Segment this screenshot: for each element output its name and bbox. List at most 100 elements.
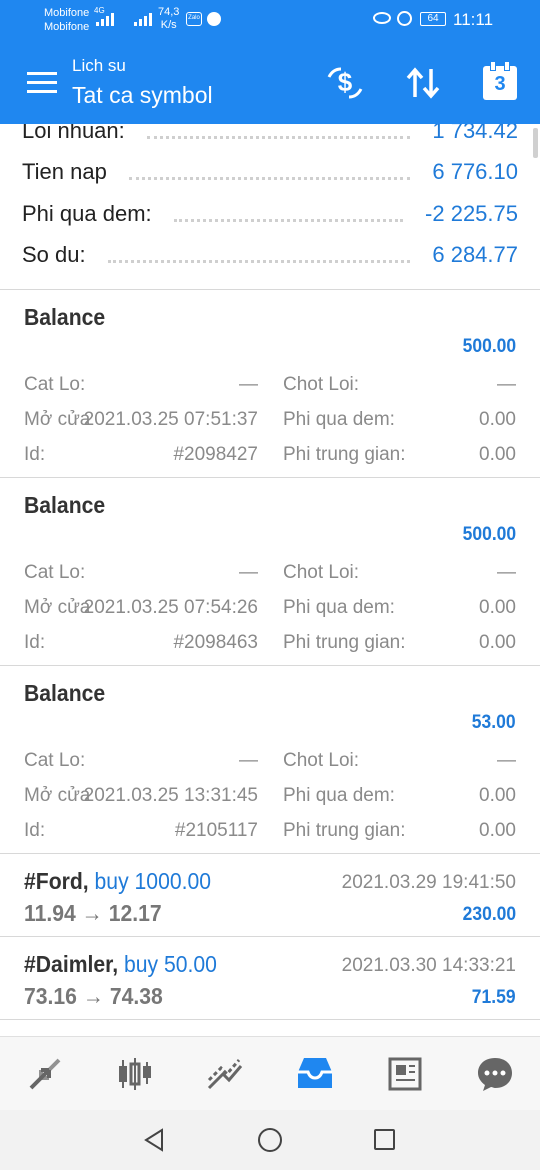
trade-profit: 71.59: [472, 987, 516, 1008]
dollar-exchange-icon[interactable]: $: [322, 60, 368, 106]
summary-value: -2 225.75: [425, 201, 518, 226]
card-amount: 500.00: [462, 336, 516, 357]
close-price: 74.38: [109, 983, 163, 1009]
card-title: Balance: [24, 492, 106, 518]
speed-value: 74,3: [158, 6, 180, 18]
dotted-leader: [173, 218, 404, 222]
trade-prices: 11.94 → 12.17: [24, 900, 162, 927]
open-time-label: Mở cửa: [24, 597, 91, 618]
take-profit-label: Chot Loi:: [283, 562, 360, 583]
trade-prices: 73.16 → 74.38: [24, 983, 163, 1010]
network-speed: 74,3 K/s: [158, 6, 179, 32]
summary-value: 6 284.77: [432, 242, 518, 267]
news-icon[interactable]: [377, 1046, 433, 1102]
history-list[interactable]: Loi nhuan: 1 734.42 Tien nap 6 776.10 Ph…: [0, 124, 540, 1036]
commission-label: Phi trung gian:: [283, 632, 406, 653]
messenger-icon: [207, 12, 221, 26]
summary-label: So du:: [22, 242, 86, 267]
open-price: 73.16: [24, 983, 77, 1009]
trade-profit: 230.00: [462, 904, 516, 925]
carrier-2: Mobifone: [44, 21, 90, 33]
commission-label: Phi trung gian:: [283, 820, 406, 841]
id-label: Id:: [24, 820, 46, 841]
commission-label: Phi trung gian:: [283, 444, 406, 465]
speed-unit: K/s: [160, 19, 177, 31]
take-profit-label: Chot Loi:: [283, 750, 360, 771]
summary-row-profit: Loi nhuan: 1 734.42: [22, 124, 518, 146]
swap-label: Phi qua dem:: [283, 597, 395, 618]
signal-icon: [134, 10, 152, 26]
card-title: Balance: [24, 680, 106, 706]
swap-label: Phi qua dem:: [283, 409, 395, 430]
take-profit-value: —: [497, 374, 516, 395]
home-icon[interactable]: [258, 1128, 282, 1152]
stop-loss-value: —: [239, 374, 258, 395]
carrier-1: Mobifone: [44, 7, 90, 19]
svg-text:$: $: [338, 67, 353, 97]
clock: 11:11: [453, 10, 494, 29]
balance-card[interactable]: Balance 500.00 Cat Lo: — Chot Loi: — Mở …: [0, 290, 540, 478]
chart-icon[interactable]: [107, 1046, 163, 1102]
page-title[interactable]: Tat ca symbol: [72, 82, 213, 109]
id-value: #2098427: [173, 444, 258, 465]
dotted-leader: [128, 176, 411, 180]
open-time-value: 2021.03.25 13:31:45: [83, 785, 258, 806]
chat-icon[interactable]: [467, 1046, 523, 1102]
swap-value: 0.00: [479, 597, 516, 618]
system-nav-bar: [0, 1110, 540, 1170]
close-price: 12.17: [108, 900, 162, 926]
calendar-day: 3: [483, 61, 517, 100]
stop-loss-label: Cat Lo:: [24, 562, 86, 583]
id-value: #2105117: [174, 820, 258, 841]
app-bar: Lich su Tat ca symbol $ 3: [0, 40, 540, 124]
sort-icon[interactable]: [400, 60, 446, 106]
swap-value: 0.00: [479, 409, 516, 430]
balance-card[interactable]: Balance 500.00 Cat Lo: — Chot Loi: — Mở …: [0, 478, 540, 666]
open-time-label: Mở cửa: [24, 409, 91, 430]
dotted-leader: [107, 259, 411, 263]
scrollbar[interactable]: [533, 128, 538, 158]
stop-loss-value: —: [239, 562, 258, 583]
commission-value: 0.00: [479, 632, 516, 653]
trade-symbol: #Daimler, buy 50.00: [24, 951, 217, 978]
take-profit-value: —: [497, 750, 516, 771]
open-time-value: 2021.03.25 07:54:26: [83, 597, 258, 618]
summary-label: Phi qua dem:: [22, 201, 152, 226]
calendar-icon[interactable]: 3: [477, 60, 523, 106]
menu-icon[interactable]: [27, 72, 57, 94]
summary-value: 1 734.42: [432, 124, 518, 143]
balance-card[interactable]: Balance 53.00 Cat Lo: — Chot Loi: — Mở c…: [0, 666, 540, 854]
stop-loss-label: Cat Lo:: [24, 750, 86, 771]
card-title: Balance: [24, 304, 106, 330]
take-profit-value: —: [497, 562, 516, 583]
battery-icon: 64: [420, 12, 446, 26]
id-label: Id:: [24, 444, 46, 465]
zalo-icon: Zalo: [186, 12, 202, 26]
trade-row[interactable]: #Daimler, buy 50.00 2021.03.30 14:33:21 …: [0, 937, 540, 1020]
trade-row[interactable]: #Ford, buy 1000.00 2021.03.29 19:41:50 1…: [0, 854, 540, 937]
open-price: 11.94: [24, 900, 76, 926]
stop-loss-label: Cat Lo:: [24, 374, 86, 395]
alarm-icon: [397, 11, 412, 26]
recent-apps-icon[interactable]: [374, 1129, 395, 1150]
quotes-icon[interactable]: [17, 1046, 73, 1102]
take-profit-label: Chot Loi:: [283, 374, 360, 395]
history-icon[interactable]: [287, 1046, 343, 1102]
summary-label: Loi nhuan:: [22, 124, 125, 143]
symbol-name: #Daimler,: [24, 951, 119, 977]
carrier-labels: Mobifone Mobifone: [44, 6, 89, 34]
trade-symbol: #Ford, buy 1000.00: [24, 868, 211, 895]
swap-label: Phi qua dem:: [283, 785, 395, 806]
arrow-icon: →: [82, 983, 104, 1009]
back-icon[interactable]: [142, 1128, 166, 1157]
summary-row-balance: So du: 6 284.77: [22, 240, 518, 270]
trade-time: 2021.03.30 14:33:21: [341, 955, 516, 976]
open-time-value: 2021.03.25 07:51:37: [83, 409, 258, 430]
dotted-leader: [146, 135, 411, 139]
summary-value: 6 776.10: [432, 159, 518, 184]
trade-icon[interactable]: [197, 1046, 253, 1102]
commission-value: 0.00: [479, 820, 516, 841]
open-time-label: Mở cửa: [24, 785, 91, 806]
summary-panel: Loi nhuan: 1 734.42 Tien nap 6 776.10 Ph…: [0, 124, 540, 290]
card-amount: 53.00: [472, 712, 516, 733]
